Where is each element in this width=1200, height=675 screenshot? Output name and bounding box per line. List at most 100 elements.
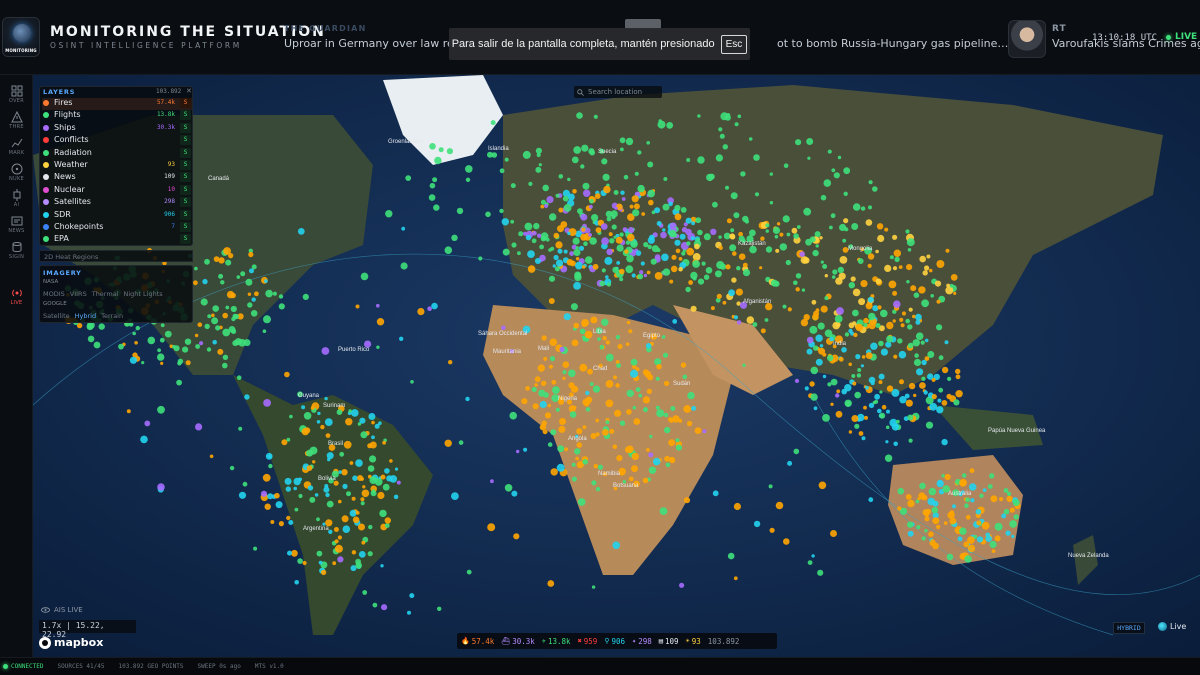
event-point[interactable] [546,196,554,204]
stat-ship[interactable]: ⛴ 30.3k [501,637,534,646]
event-point[interactable] [654,207,661,214]
event-point[interactable] [612,444,618,450]
event-point[interactable] [325,492,330,498]
event-point[interactable] [585,390,590,396]
event-point[interactable] [576,112,583,119]
event-point[interactable] [222,354,229,360]
event-point[interactable] [668,417,673,422]
event-point[interactable] [551,379,557,385]
event-point[interactable] [346,491,351,497]
event-point[interactable] [263,399,271,407]
event-point[interactable] [928,487,937,496]
layer-toggle-button[interactable]: S [180,98,191,108]
event-point[interactable] [314,493,319,497]
event-point[interactable] [575,456,579,461]
event-point[interactable] [949,517,957,525]
event-point[interactable] [1006,495,1013,503]
event-point[interactable] [260,490,268,497]
event-point[interactable] [238,426,243,431]
event-point[interactable] [573,282,581,290]
event-point[interactable] [584,330,593,339]
event-point[interactable] [345,418,353,426]
event-point[interactable] [617,343,623,350]
event-point[interactable] [669,456,675,462]
layer-row-satellites[interactable]: Satellites 298 S [42,197,192,209]
event-point[interactable] [842,238,847,243]
event-point[interactable] [851,223,859,230]
event-point[interactable] [860,206,866,211]
event-point[interactable] [670,406,676,411]
event-point[interactable] [987,484,993,489]
event-point[interactable] [787,307,792,312]
event-point[interactable] [722,300,727,305]
event-point[interactable] [852,203,861,211]
event-point[interactable] [930,294,934,298]
event-point[interactable] [728,289,735,297]
heat-regions-toggle[interactable]: 2D Heat Regions [39,250,193,262]
imagery-option-viirs[interactable]: VIIRS [70,290,87,298]
event-point[interactable] [267,493,274,500]
event-point[interactable] [764,318,769,322]
event-point[interactable] [209,454,214,459]
event-point[interactable] [809,325,818,334]
event-point[interactable] [525,386,530,391]
event-point[interactable] [444,246,453,254]
event-point[interactable] [250,310,258,317]
event-point[interactable] [931,394,937,400]
event-point[interactable] [599,280,606,287]
event-point[interactable] [868,312,876,321]
event-point[interactable] [200,298,208,306]
event-point[interactable] [368,413,376,420]
event-point[interactable] [218,257,225,264]
event-point[interactable] [799,251,805,257]
event-point[interactable] [913,393,917,398]
event-point[interactable] [294,580,300,585]
nav-item-thre[interactable]: THRE [0,107,33,133]
event-point[interactable] [928,531,934,537]
event-point[interactable] [1012,499,1020,507]
event-point[interactable] [458,440,464,445]
event-point[interactable] [681,251,686,256]
event-point[interactable] [879,412,886,419]
event-point[interactable] [955,390,963,398]
event-point[interactable] [922,509,930,516]
event-point[interactable] [590,316,598,324]
event-point[interactable] [695,237,700,243]
event-point[interactable] [384,523,390,528]
event-point[interactable] [582,182,590,190]
event-point[interactable] [815,308,820,313]
event-point[interactable] [538,389,546,397]
event-point[interactable] [886,335,894,343]
event-point[interactable] [605,420,610,425]
event-point[interactable] [919,255,926,263]
event-point[interactable] [891,423,900,431]
event-point[interactable] [848,322,855,329]
event-point[interactable] [226,290,235,299]
event-point[interactable] [361,540,366,545]
close-icon[interactable]: ✕ [186,87,192,95]
event-point[interactable] [144,420,151,427]
event-point[interactable] [444,439,452,447]
event-point[interactable] [806,336,814,344]
event-point[interactable] [647,161,654,168]
layer-toggle-button[interactable]: S [180,110,191,121]
event-point[interactable] [820,305,828,313]
event-point[interactable] [316,550,323,557]
event-point[interactable] [362,485,366,489]
event-point[interactable] [892,266,898,271]
event-point[interactable] [924,529,928,533]
event-point[interactable] [140,435,148,444]
event-point[interactable] [320,424,325,430]
event-point[interactable] [380,474,386,480]
event-point[interactable] [865,385,869,390]
event-point[interactable] [360,272,369,281]
event-point[interactable] [380,564,384,568]
event-point[interactable] [814,231,821,238]
event-point[interactable] [631,452,639,461]
event-point[interactable] [718,245,723,250]
event-point[interactable] [733,576,738,581]
event-point[interactable] [885,440,889,444]
event-point[interactable] [244,394,250,400]
event-point[interactable] [863,322,868,328]
event-point[interactable] [813,406,818,411]
